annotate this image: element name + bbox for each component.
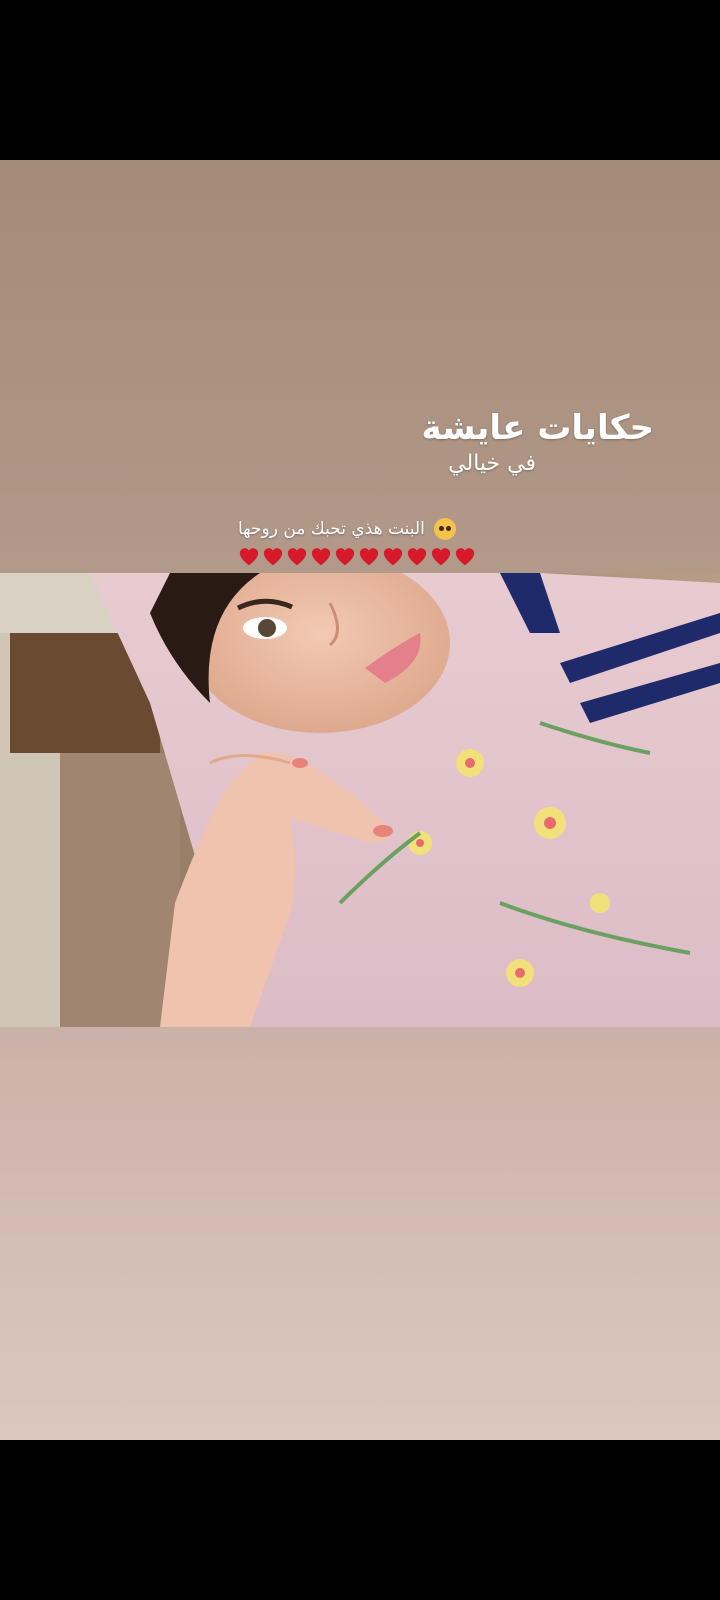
story-photo — [0, 573, 720, 1027]
pleading-face-icon — [434, 518, 457, 540]
selfie-photo-illustration — [0, 573, 720, 1027]
story-screen: حكايات عايشة في خيالي البنت هذي تحبك من … — [0, 0, 720, 1600]
heart-icon — [407, 548, 427, 566]
heart-icon — [359, 548, 379, 566]
story-caption: البنت هذي تحبك من روحها — [238, 518, 484, 540]
top-black-bar — [0, 0, 720, 160]
heart-icon — [263, 548, 283, 566]
hearts-row — [238, 546, 476, 568]
heart-icon — [335, 548, 355, 566]
heart-icon — [311, 548, 331, 566]
bottom-black-bar — [0, 1440, 720, 1600]
heart-icon — [383, 548, 403, 566]
story-subtitle: في خيالي — [448, 451, 536, 476]
story-title: حكايات عايشة — [421, 408, 654, 448]
heart-icon — [431, 548, 451, 566]
caption-text: البنت هذي تحبك من روحها — [238, 519, 425, 539]
heart-icon — [287, 548, 307, 566]
heart-icon — [455, 548, 475, 566]
heart-icon — [239, 548, 259, 566]
